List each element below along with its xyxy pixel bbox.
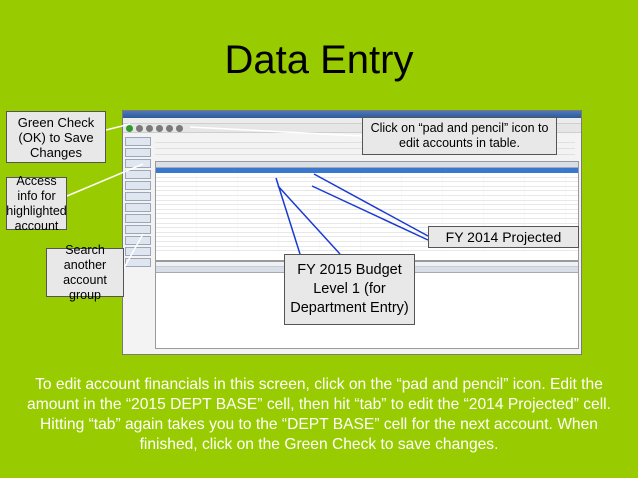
side-button[interactable]: [125, 148, 151, 157]
green-check-callout: Green Check (OK) to Save Changes: [6, 111, 106, 163]
fy2015-callout: FY 2015 Budget Level 1 (for Department E…: [284, 254, 415, 325]
side-button[interactable]: [125, 236, 151, 245]
slide-title: Data Entry: [224, 38, 414, 82]
access-info-callout: Access info for highlighted account: [6, 173, 67, 233]
toolbar-icon[interactable]: [156, 125, 163, 132]
green-check-icon[interactable]: [126, 125, 133, 132]
toolbar-icon[interactable]: [166, 125, 173, 132]
toolbar-icon[interactable]: [146, 125, 153, 132]
search-callout: Search another account group: [46, 243, 124, 302]
side-button[interactable]: [125, 159, 151, 168]
side-button[interactable]: [125, 214, 151, 223]
side-button-panel: [125, 137, 151, 269]
side-button[interactable]: [125, 258, 151, 267]
side-button[interactable]: [125, 192, 151, 201]
side-button[interactable]: [125, 137, 151, 146]
pad-pencil-callout: Click on “pad and pencil” icon to edit a…: [362, 117, 557, 155]
fy2014-callout: FY 2014 Projected: [428, 226, 579, 248]
side-button[interactable]: [125, 225, 151, 234]
toolbar-icon[interactable]: [176, 125, 183, 132]
pad-and-pencil-icon[interactable]: [136, 125, 143, 132]
side-button[interactable]: [125, 181, 151, 190]
side-button[interactable]: [125, 170, 151, 179]
side-button[interactable]: [125, 247, 151, 256]
side-button[interactable]: [125, 203, 151, 212]
instructions-text: To edit account financials in this scree…: [27, 376, 611, 453]
